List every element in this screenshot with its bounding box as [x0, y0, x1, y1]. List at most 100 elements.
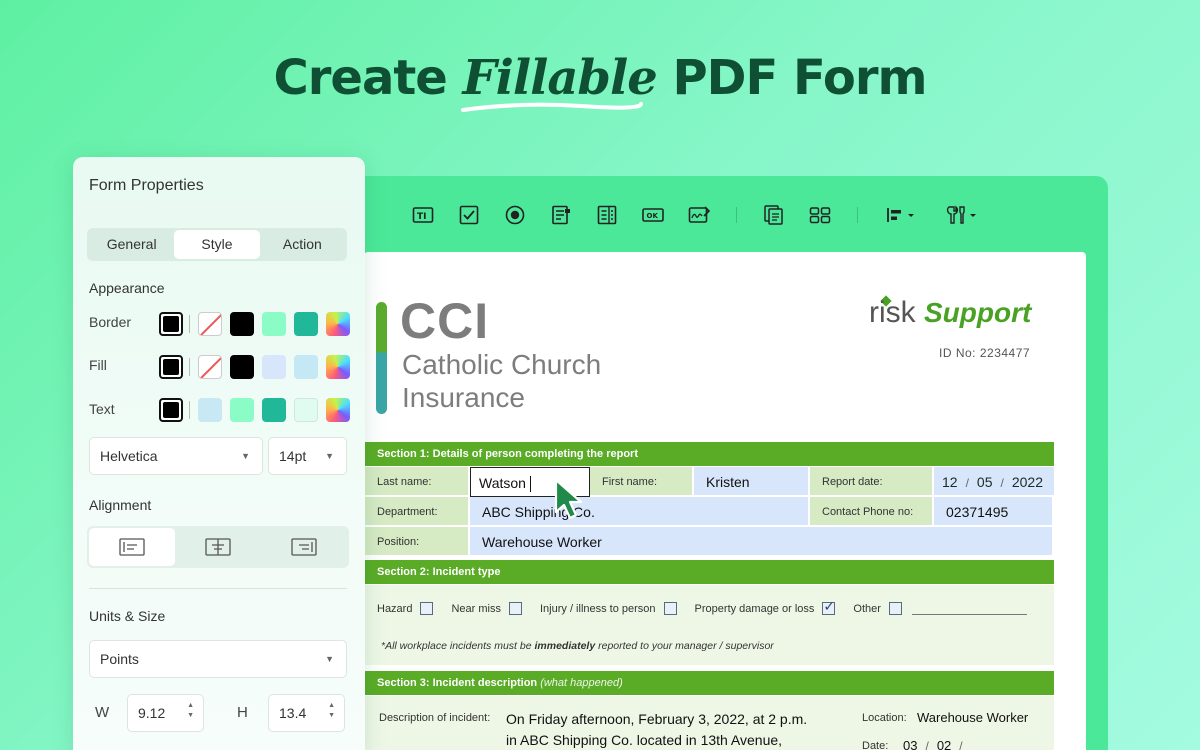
units-title: Units & Size	[89, 608, 166, 624]
toolbar-separator	[857, 207, 858, 223]
text-color-selected[interactable]	[159, 398, 183, 422]
stepper-arrows-icon[interactable]: ▲ ▼	[187, 701, 194, 721]
incident-date-day: 03	[903, 738, 918, 750]
incident-date-month: 02	[936, 738, 952, 750]
font-select[interactable]: Helvetica ▼	[89, 437, 263, 475]
note-post: reported to your manager / supervisor	[595, 640, 774, 652]
properties-tabs: General Style Action	[87, 228, 347, 261]
report-date-month: 05	[976, 474, 993, 490]
option-property-damage[interactable]: Property damage or loss	[694, 598, 836, 615]
incident-description-box: Description of incident: On Friday after…	[365, 696, 1054, 750]
fill-label: Fill	[89, 357, 107, 373]
align-center-icon	[205, 538, 231, 556]
section1-header: Section 1: Details of person completing …	[365, 442, 1054, 466]
radio-button-icon[interactable]	[502, 202, 528, 228]
panel-divider	[89, 588, 347, 589]
option-other[interactable]: Other	[853, 602, 1027, 615]
border-label: Border	[89, 314, 132, 330]
logo-subtitle-line2: Insurance	[402, 382, 525, 413]
border-color-none[interactable]	[198, 312, 222, 336]
button-icon[interactable]: OK	[640, 202, 666, 228]
height-stepper[interactable]: 13.4 ▲ ▼	[268, 694, 345, 732]
checkbox[interactable]	[420, 602, 434, 615]
date-sep: /	[925, 739, 929, 750]
stepper-arrows-icon[interactable]: ▲ ▼	[328, 701, 335, 721]
tab-general[interactable]: General	[89, 230, 174, 259]
option-near-miss[interactable]: Near miss	[451, 602, 522, 615]
chevron-down-icon: ▼	[325, 451, 334, 461]
date-sep: /	[1000, 476, 1004, 490]
align-dropdown-icon[interactable]	[882, 202, 922, 228]
row-name: Last name: Watson First name: Kristen Re…	[365, 467, 1054, 497]
report-date-field[interactable]: 12 / 05 / 2022	[934, 467, 1054, 497]
align-center-button[interactable]	[175, 528, 261, 566]
option-label: Other	[853, 602, 881, 615]
swatch-divider	[189, 401, 190, 419]
align-left-icon	[119, 538, 145, 556]
option-label: Property damage or loss	[694, 602, 815, 615]
fill-color-none[interactable]	[198, 355, 222, 379]
date-sep: /	[959, 739, 963, 750]
fill-color-light-blue[interactable]	[262, 355, 286, 379]
tab-action[interactable]: Action	[260, 230, 345, 259]
text-field-icon[interactable]: TI	[410, 202, 436, 228]
panel-title: Form Properties	[89, 177, 204, 194]
fill-color-black[interactable]	[230, 355, 254, 379]
description-field[interactable]: On Friday afternoon, February 3, 2022, a…	[506, 709, 826, 750]
width-stepper[interactable]: 9.12 ▲ ▼	[127, 694, 204, 732]
units-select[interactable]: Points ▼	[89, 640, 347, 678]
row-position: Position: Warehouse Worker	[365, 527, 1054, 557]
fill-color-picker[interactable]	[326, 355, 350, 379]
alignment-buttons	[87, 526, 349, 568]
text-color-teal[interactable]	[262, 398, 286, 422]
last-name-label: Last name:	[365, 467, 470, 497]
fill-color-sky[interactable]	[294, 355, 318, 379]
combo-box-icon[interactable]	[548, 202, 574, 228]
headline-prefix: Create	[273, 50, 447, 106]
position-field[interactable]: Warehouse Worker	[470, 527, 1054, 557]
align-right-button[interactable]	[261, 528, 347, 566]
border-color-selected[interactable]	[159, 312, 183, 336]
font-size-select[interactable]: 14pt ▼	[268, 437, 347, 475]
signature-icon[interactable]	[686, 202, 712, 228]
align-left-button[interactable]	[89, 528, 175, 566]
checkbox[interactable]	[663, 602, 677, 615]
first-name-label: First name:	[590, 467, 694, 497]
first-name-field[interactable]: Kristen	[694, 467, 810, 497]
other-text-line[interactable]	[911, 603, 1027, 615]
section3-header: Section 3: Incident description (what ha…	[365, 671, 1054, 695]
width-label: W	[95, 704, 110, 721]
fill-swatches	[159, 355, 358, 379]
phone-field[interactable]: 02371495	[934, 497, 1054, 527]
text-color-light-blue[interactable]	[198, 398, 222, 422]
checkbox-checked[interactable]	[822, 598, 836, 615]
border-swatches	[159, 312, 358, 336]
department-field[interactable]: ABC Shipping Co.	[470, 497, 810, 527]
border-color-black[interactable]	[230, 312, 254, 336]
text-color-picker[interactable]	[326, 398, 350, 422]
incident-date-field[interactable]: 03 / 02 /	[903, 738, 971, 750]
location-label: Location:	[862, 712, 907, 724]
checkbox[interactable]	[888, 602, 902, 615]
border-color-teal[interactable]	[294, 312, 318, 336]
location-field[interactable]: Warehouse Worker	[917, 710, 1028, 725]
tab-style[interactable]: Style	[174, 230, 260, 259]
checkbox-icon[interactable]	[456, 202, 482, 228]
option-injury[interactable]: Injury / illness to person	[540, 602, 677, 615]
checkbox[interactable]	[508, 602, 522, 615]
text-color-pale[interactable]	[294, 398, 318, 422]
option-label: Injury / illness to person	[539, 602, 656, 615]
text-color-mint[interactable]	[230, 398, 254, 422]
border-color-picker[interactable]	[326, 312, 350, 336]
incident-note: *All workplace incidents must be immedia…	[381, 640, 774, 652]
grid-icon[interactable]	[807, 202, 833, 228]
border-color-mint[interactable]	[262, 312, 286, 336]
option-hazard[interactable]: Hazard	[377, 602, 434, 615]
form-properties-panel: Form Properties General Style Action App…	[73, 157, 365, 750]
fill-color-selected[interactable]	[159, 355, 183, 379]
tools-dropdown-icon[interactable]	[942, 202, 982, 228]
list-box-icon[interactable]	[594, 202, 620, 228]
duplicate-icon[interactable]	[761, 202, 787, 228]
swatch-divider	[189, 315, 190, 333]
section2-header: Section 2: Incident type	[365, 560, 1054, 584]
